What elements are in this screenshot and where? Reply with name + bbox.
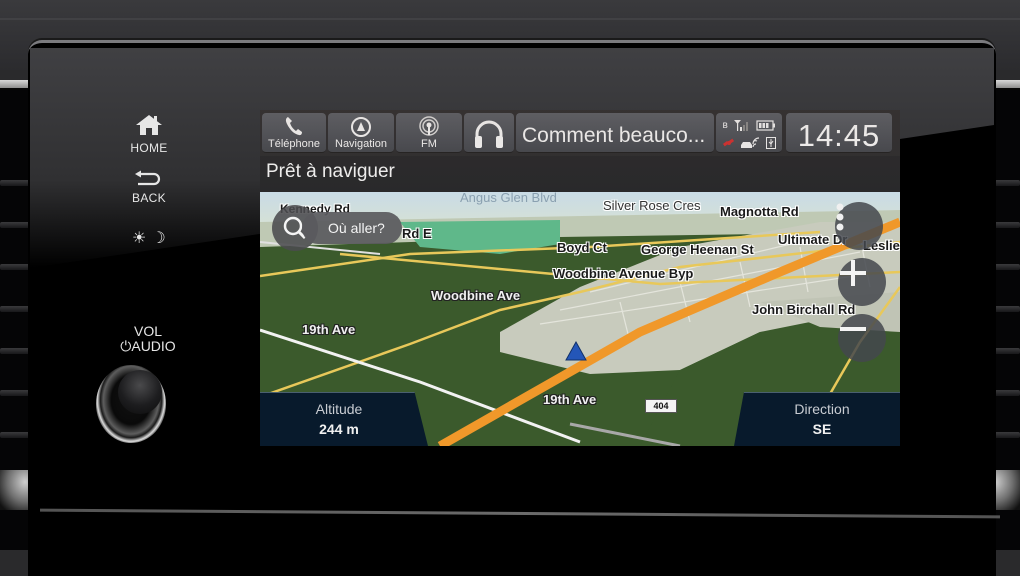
street-label: 19th Ave [302, 322, 356, 337]
more-vertical-icon [836, 203, 844, 231]
radio-icon [419, 116, 439, 136]
altitude-value: 244 m [319, 421, 359, 437]
back-label: BACK [132, 191, 166, 205]
street-label: Boyd Ct [557, 240, 607, 255]
volume-label: VOL ⏻AUDIO [100, 324, 196, 354]
home-label: HOME [130, 141, 168, 155]
street-label: Woodbine Avenue Byp [553, 266, 694, 281]
clock-time: 14:45 [797, 118, 881, 153]
top-bar: Téléphone Navigation FM Comment beauco..… [260, 110, 900, 156]
back-button[interactable]: BACK [125, 170, 173, 205]
vol-text: VOL [133, 323, 162, 339]
home-icon [136, 115, 162, 135]
battery-icon [755, 119, 775, 131]
street-label: George Heenan St [641, 242, 754, 257]
volume-knob-cap[interactable] [118, 370, 162, 414]
direction-label: Direction [794, 401, 850, 417]
street-label: Angus Glen Blvd [460, 192, 557, 205]
map-menu-button[interactable] [835, 202, 883, 250]
day-night-button[interactable]: ☀ ☽ [120, 228, 178, 248]
home-button[interactable]: HOME [125, 114, 173, 155]
satellite-icon [722, 138, 735, 147]
moon-icon: ☽ [151, 230, 167, 247]
zoom-out-button[interactable] [838, 314, 886, 362]
zoom-in-button[interactable] [838, 258, 886, 306]
street-label: Silver Rose Cres [603, 198, 701, 213]
audio-text: AUDIO [131, 338, 176, 354]
clock[interactable]: 14:45 [786, 113, 892, 153]
infotainment-screen: Téléphone Navigation FM Comment beauco..… [260, 110, 900, 446]
status-area[interactable]: ʙ [716, 113, 782, 153]
where-to-search-button[interactable]: Où aller? [272, 205, 402, 251]
power-icon: ⏻ [120, 338, 132, 354]
street-label: Woodbine Ave [431, 288, 521, 303]
tab-phone-label: Téléphone [268, 138, 320, 150]
minus-icon [840, 327, 866, 331]
route-shield: 404 [645, 399, 677, 413]
tab-navigation[interactable]: Navigation [328, 113, 394, 153]
where-to-label: Où aller? [302, 212, 402, 244]
tab-audio-source[interactable] [464, 113, 514, 153]
plus-icon [840, 260, 866, 286]
navigation-status: Prêt à naviguer [266, 161, 395, 182]
street-label: Magnotta Rd [720, 204, 799, 219]
bluetooth-icon: ʙ [722, 119, 728, 131]
sun-icon: ☀ [131, 230, 147, 247]
tab-phone[interactable]: Téléphone [262, 113, 326, 153]
usb-icon [766, 137, 776, 149]
car-wifi-icon [741, 137, 760, 148]
now-playing[interactable]: Comment beauco... [516, 113, 714, 153]
tab-fm-label: FM [421, 138, 437, 150]
direction-value: SE [812, 421, 832, 437]
now-playing-title: Comment beauco... [522, 124, 706, 147]
direction-panel[interactable]: Direction SE [734, 392, 900, 446]
altitude-label: Altitude [315, 401, 363, 417]
headphones-icon [475, 120, 503, 148]
tab-navigation-label: Navigation [335, 138, 387, 150]
back-arrow-icon [135, 170, 161, 186]
tab-fm[interactable]: FM [396, 113, 462, 153]
phone-icon [285, 117, 302, 136]
signal-icon [733, 120, 748, 131]
altitude-panel[interactable]: Altitude 244 m [260, 392, 428, 446]
navigation-icon [351, 117, 371, 137]
street-label: Rd E [402, 226, 432, 241]
street-label: 19th Ave [543, 392, 597, 407]
